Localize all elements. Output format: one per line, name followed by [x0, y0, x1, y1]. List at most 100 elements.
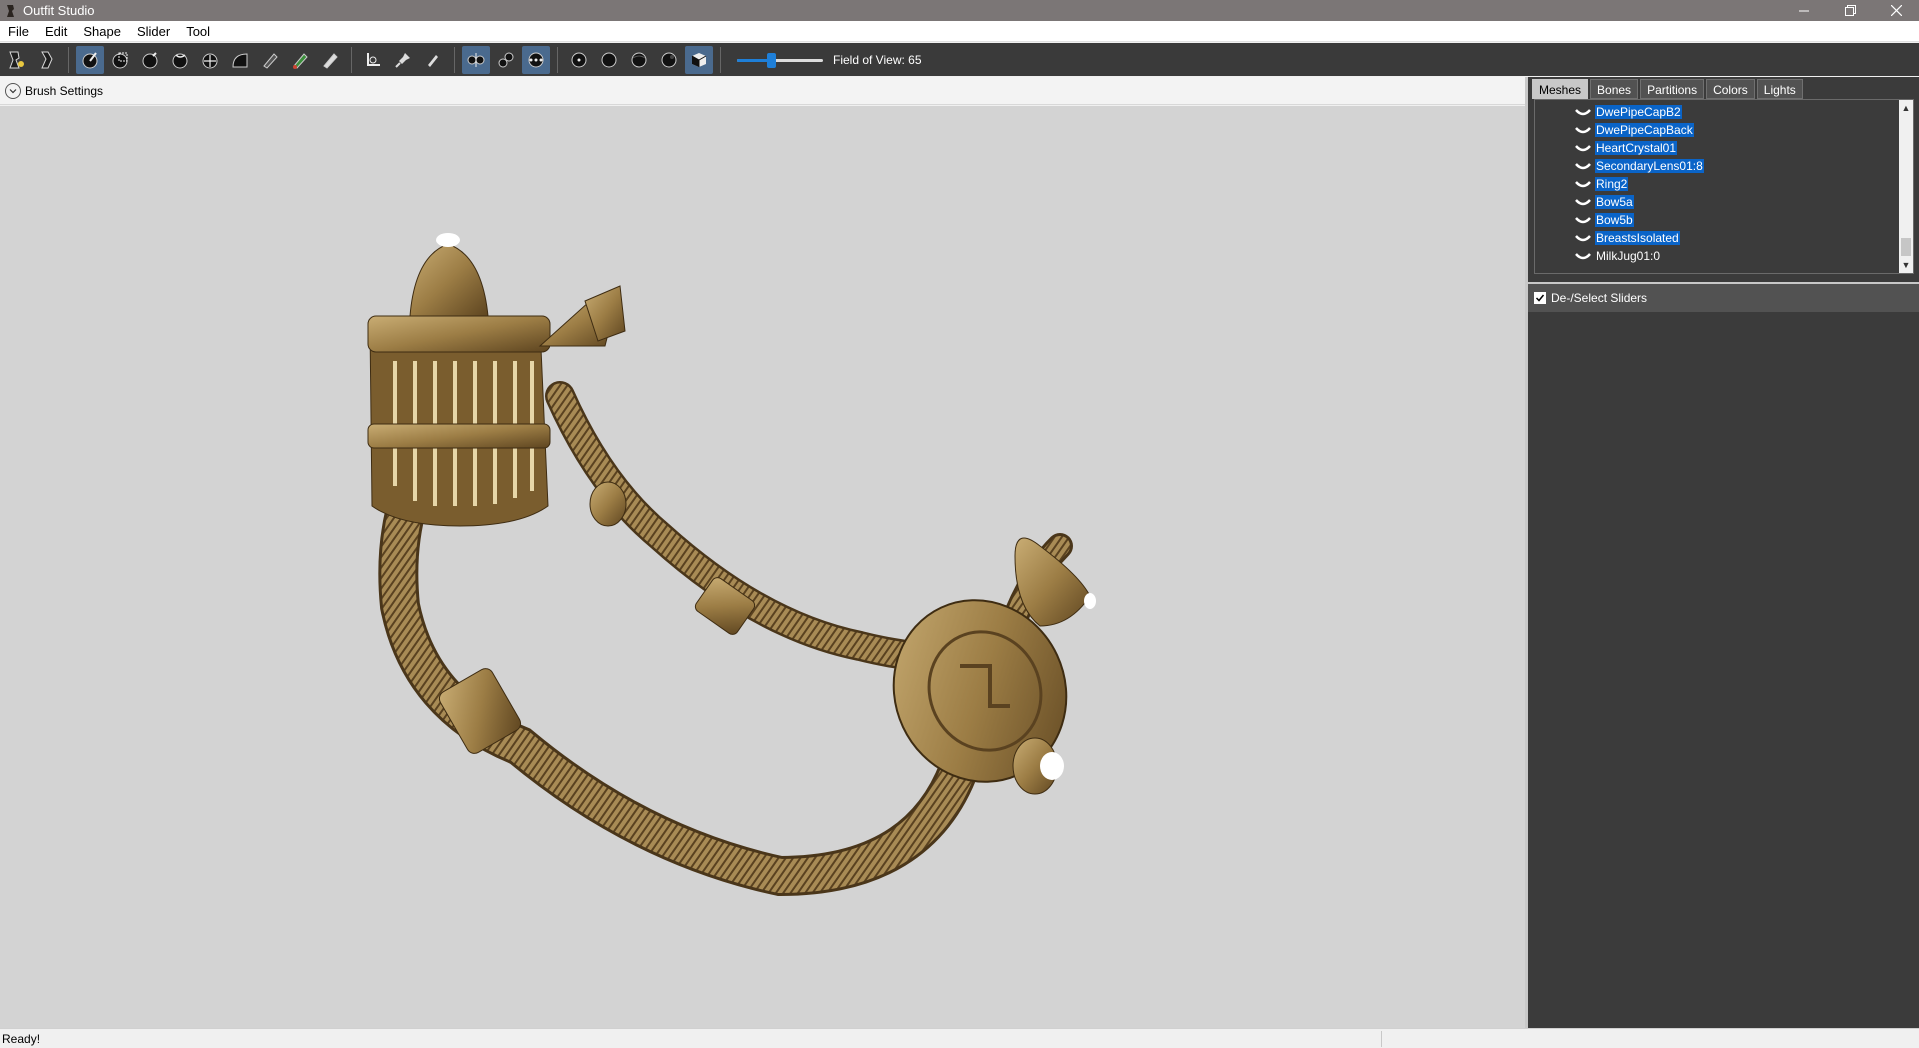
- scrollbar-thumb[interactable]: [1901, 238, 1911, 256]
- alpha-brush-icon: [323, 52, 338, 69]
- weight-brush-icon: [263, 52, 278, 69]
- close-icon: [1890, 5, 1902, 16]
- mesh-name: Bow5b: [1595, 213, 1634, 227]
- show-lighting-button[interactable]: [625, 46, 653, 74]
- 3d-viewport[interactable]: [0, 106, 1525, 1028]
- mesh-name: BreastsIsolated: [1595, 231, 1680, 245]
- fov-label: Field of View: 65: [833, 52, 922, 67]
- mesh-icon: [1575, 163, 1591, 170]
- list-item[interactable]: Bow5a: [1575, 193, 1634, 211]
- brush-settings-label: Brush Settings: [25, 83, 104, 98]
- list-item[interactable]: DwePipeCapBack: [1575, 121, 1694, 139]
- list-item[interactable]: Ring2: [1575, 175, 1629, 193]
- toolbar-separator: [454, 46, 455, 73]
- fov-slider[interactable]: [737, 50, 823, 70]
- close-button[interactable]: [1873, 0, 1919, 21]
- deselect-sliders-checkbox[interactable]: [1534, 292, 1546, 304]
- tab-partitions[interactable]: Partitions: [1640, 79, 1705, 99]
- mesh-render: [367, 233, 1096, 897]
- transform-button[interactable]: [359, 46, 387, 74]
- show-wireframe-button[interactable]: [595, 46, 623, 74]
- status-bar: Ready!: [0, 1028, 1919, 1048]
- brush-deflate-button[interactable]: [166, 46, 194, 74]
- show-mask-button[interactable]: [685, 45, 713, 74]
- menu-slider[interactable]: Slider: [129, 24, 178, 39]
- restore-button[interactable]: [1827, 0, 1873, 21]
- list-item[interactable]: HeartCrystal01: [1575, 139, 1678, 157]
- brush-weight-button[interactable]: [256, 46, 284, 74]
- window-title: Outfit Studio: [23, 3, 95, 18]
- pivot-button[interactable]: [389, 46, 417, 74]
- title-bar: Outfit Studio: [0, 0, 1919, 21]
- connected-icon: [498, 52, 514, 67]
- transform-icon: [367, 52, 380, 66]
- restore-icon: [1844, 5, 1856, 16]
- list-item[interactable]: MilkJug01:0: [1575, 247, 1661, 265]
- list-item[interactable]: DwePipeCapB2: [1575, 103, 1682, 121]
- tab-lights[interactable]: Lights: [1756, 79, 1803, 99]
- list-item[interactable]: Bow5b: [1575, 211, 1634, 229]
- status-divider: [1381, 1031, 1382, 1047]
- toolbar-button-1[interactable]: [3, 46, 31, 74]
- list-item[interactable]: BreastsIsolated: [1575, 229, 1680, 247]
- sphere-icon: [601, 52, 617, 67]
- show-nodes-button[interactable]: [565, 46, 593, 74]
- outfit-load-icon: [9, 51, 24, 68]
- mesh-name: DwePipeCapBack: [1595, 123, 1694, 137]
- toolbar-separator: [68, 46, 69, 73]
- toolbar-separator: [351, 46, 352, 73]
- list-item[interactable]: SecondaryLens01:8: [1575, 157, 1704, 175]
- chevron-down-icon[interactable]: [5, 82, 21, 99]
- menu-bar: File Edit Shape Slider Tool: [0, 21, 1919, 42]
- fov-slider-thumb[interactable]: [767, 52, 777, 68]
- color-brush-icon: [293, 52, 308, 69]
- brush-color-button[interactable]: [286, 46, 314, 74]
- move-brush-icon: [202, 53, 218, 68]
- checkmark-icon: [1535, 294, 1545, 302]
- menu-shape[interactable]: Shape: [75, 24, 129, 39]
- deflate-brush-icon: [172, 53, 188, 68]
- mesh-icon: [1575, 253, 1591, 260]
- mirror-x-button[interactable]: [462, 45, 490, 74]
- global-brush-icon: [528, 52, 544, 67]
- tab-colors[interactable]: Colors: [1706, 79, 1755, 99]
- sphere-dot-icon: [571, 52, 587, 67]
- brush-inflate-button[interactable]: [136, 46, 164, 74]
- minimize-button[interactable]: [1781, 0, 1827, 21]
- select-brush-icon: [82, 51, 98, 68]
- mesh-icon: [1575, 109, 1591, 116]
- brush-mask-button[interactable]: [106, 46, 134, 74]
- mesh-icon: [1575, 199, 1591, 206]
- toolbar-separator: [720, 46, 721, 73]
- mesh-icon: [1575, 181, 1591, 188]
- show-texture-button[interactable]: [655, 46, 683, 74]
- menu-edit[interactable]: Edit: [37, 24, 75, 39]
- brush-smooth-button[interactable]: [226, 46, 254, 74]
- tab-meshes[interactable]: Meshes: [1532, 79, 1589, 99]
- mirror-icon: [467, 52, 485, 67]
- brush-alpha-button[interactable]: [316, 46, 344, 74]
- scroll-down-icon[interactable]: ▼: [1901, 259, 1911, 271]
- mesh-icon: [1575, 235, 1591, 242]
- reference-icon: [41, 51, 53, 68]
- mesh-name: MilkJug01:0: [1596, 249, 1661, 263]
- mesh-name: Bow5a: [1595, 195, 1634, 209]
- mask-brush-icon: [112, 52, 128, 68]
- toolbar-button-2[interactable]: [33, 46, 61, 74]
- status-text: Ready!: [2, 1031, 41, 1046]
- menu-tool[interactable]: Tool: [178, 24, 218, 39]
- pin-icon: [395, 52, 410, 68]
- global-brush-button[interactable]: [522, 45, 550, 74]
- brush-select-button[interactable]: [76, 45, 104, 74]
- tab-bones[interactable]: Bones: [1590, 79, 1639, 99]
- brush-settings-bar[interactable]: Brush Settings: [0, 77, 1525, 105]
- mesh-list[interactable]: DwePipeCapB2 DwePipeCapBack HeartCrystal…: [1534, 99, 1914, 274]
- smooth-brush-icon: [232, 52, 248, 67]
- scroll-up-icon[interactable]: ▲: [1901, 102, 1911, 114]
- mesh-list-scrollbar[interactable]: ▲ ▼: [1899, 100, 1913, 273]
- brush-move-button[interactable]: [196, 46, 224, 74]
- menu-file[interactable]: File: [0, 24, 37, 39]
- connected-button[interactable]: [492, 46, 520, 74]
- vertex-edit-button[interactable]: [419, 46, 447, 74]
- mesh-name: DwePipeCapB2: [1595, 105, 1682, 119]
